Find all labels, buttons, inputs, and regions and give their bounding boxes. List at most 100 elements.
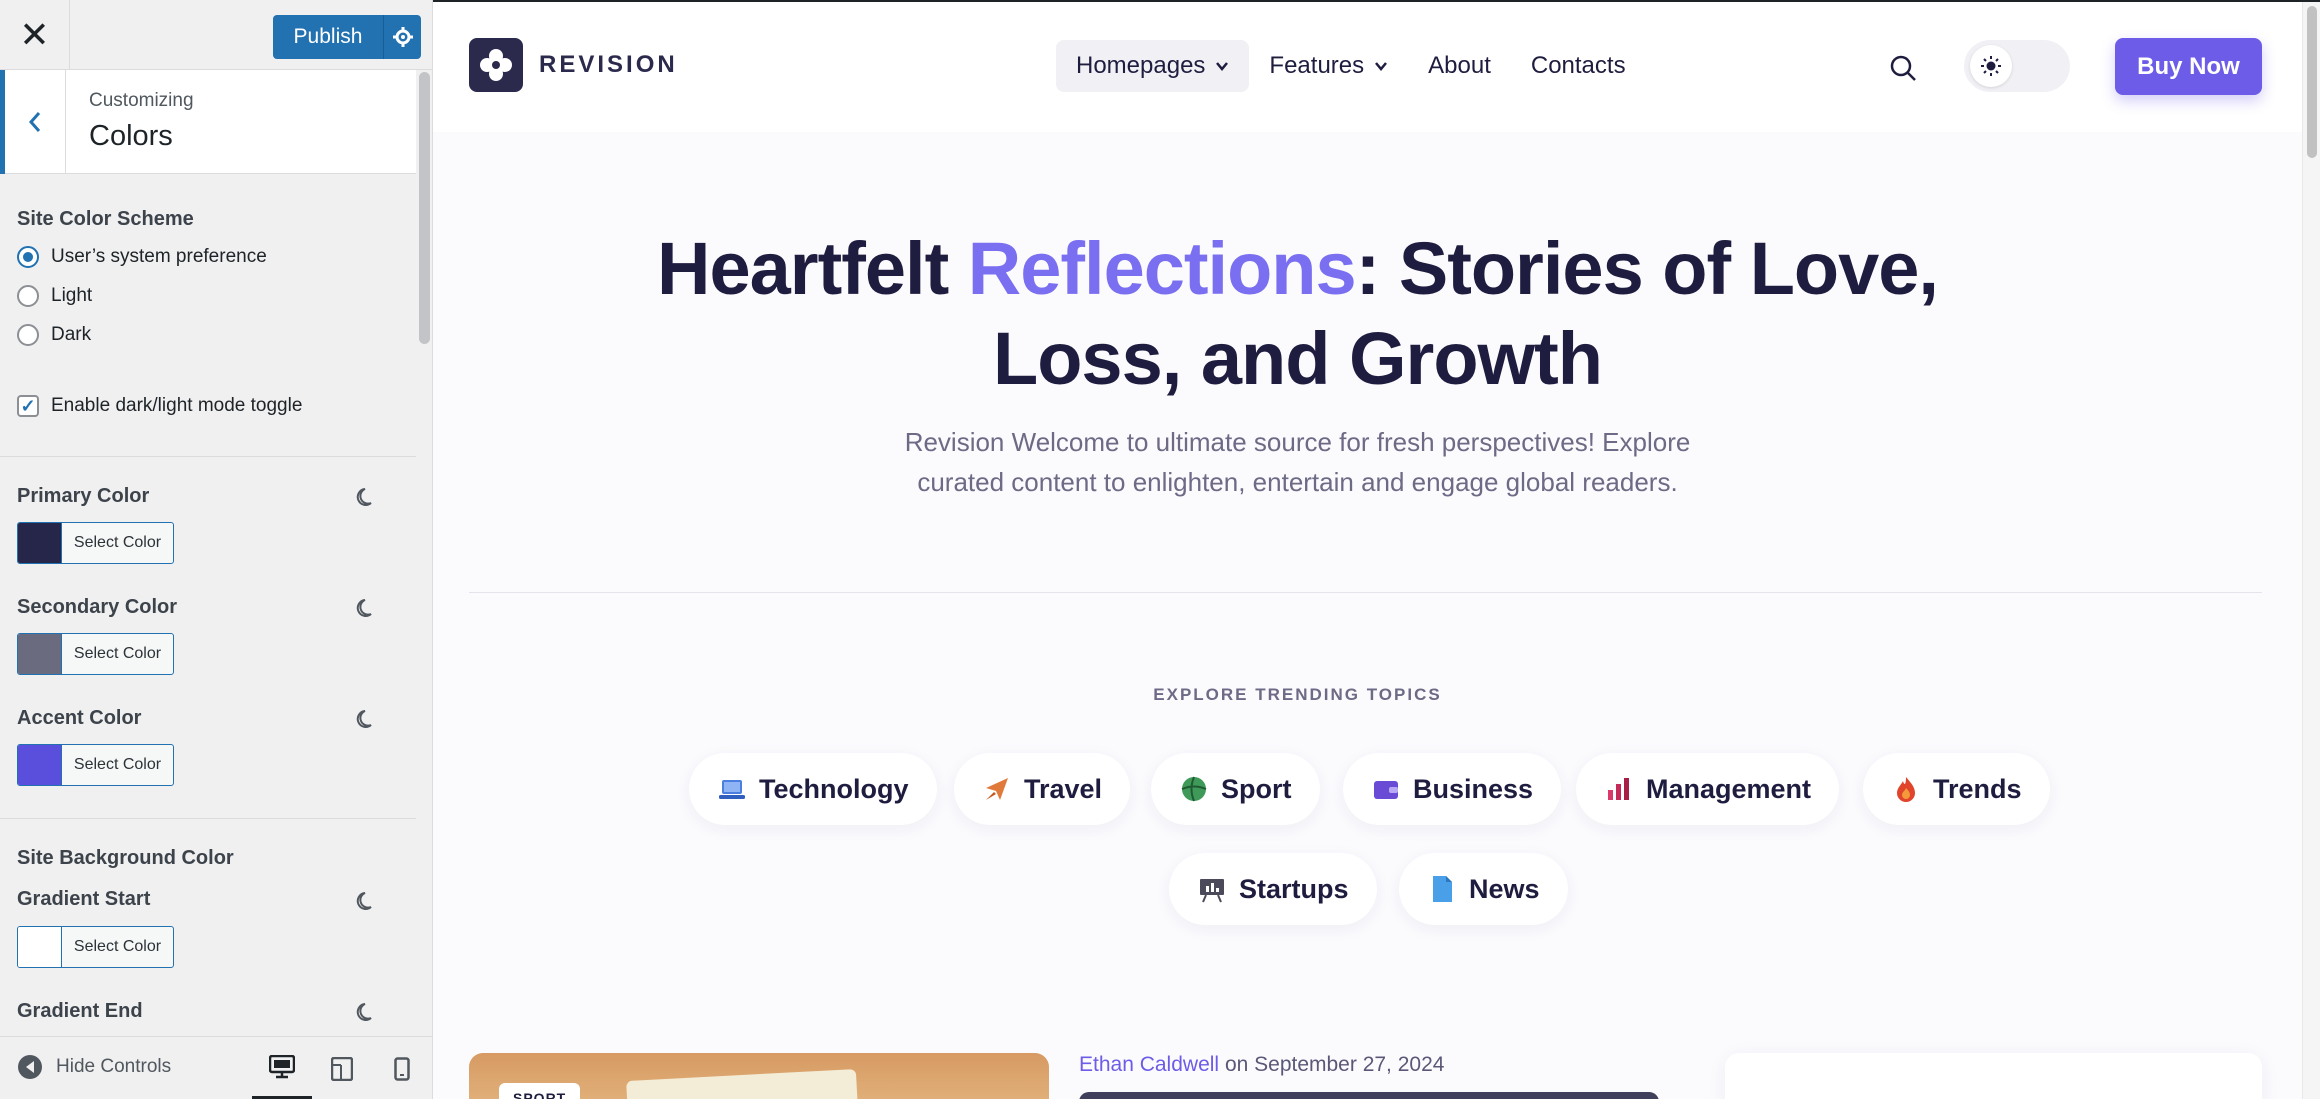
moon-icon[interactable] [356, 890, 378, 912]
topic-label: Trends [1933, 773, 2022, 804]
divider [0, 818, 416, 819]
nav-item-features[interactable]: Features [1249, 40, 1408, 92]
topic-label: Travel [1024, 773, 1103, 804]
presentation-icon [1200, 879, 1224, 903]
mobile-icon [394, 1056, 410, 1081]
hide-controls-label: Hide Controls [56, 1056, 172, 1077]
radio-button[interactable] [17, 324, 39, 346]
post-date: on September 27, 2024 [1224, 1053, 1445, 1076]
hide-controls-button[interactable]: Hide Controls [18, 1055, 171, 1079]
chevron-down-icon [1216, 62, 1229, 71]
customizer-header: ✕ Publish [0, 0, 432, 70]
radio-light[interactable]: Light [17, 285, 92, 307]
light-mode-button[interactable] [1970, 45, 2012, 87]
publish-group: Publish [273, 15, 421, 59]
topic-label: Sport [1221, 773, 1292, 804]
select-color-label: Select Color [73, 645, 162, 662]
color-swatch [18, 634, 62, 674]
topic-label: Management [1646, 773, 1812, 804]
preview-mobile-button[interactable] [372, 1037, 432, 1099]
section-title: Colors [89, 120, 173, 152]
chevron-left-icon [28, 112, 41, 132]
dark-mode-button[interactable] [2012, 45, 2054, 87]
topic-chip-management[interactable]: Management [1576, 753, 1840, 825]
preview-scrollbar[interactable] [2302, 2, 2320, 1099]
secondary-color-picker[interactable]: Select Color [17, 633, 174, 675]
color-swatch [18, 523, 62, 563]
publish-button[interactable]: Publish [273, 15, 383, 59]
nav-item-about[interactable]: About [1408, 40, 1511, 92]
accent-color-picker[interactable]: Select Color [17, 744, 174, 786]
topic-chip-business[interactable]: Business [1343, 753, 1562, 825]
divider [469, 592, 2262, 593]
theme-mode-toggle[interactable] [1964, 40, 2070, 92]
topic-chip-technology[interactable]: Technology [689, 753, 937, 825]
laptop-icon [719, 780, 745, 799]
topic-label: News [1469, 873, 1540, 904]
topic-chip-news[interactable]: News [1399, 853, 1568, 925]
moon-icon[interactable] [356, 486, 378, 508]
moon-icon[interactable] [356, 597, 378, 619]
topic-chip-sport[interactable]: Sport [1151, 753, 1320, 825]
post-author-link[interactable]: Ethan Caldwell [1079, 1053, 1219, 1076]
mode-toggle-checkbox-row[interactable]: ✓ Enable dark/light mode toggle [17, 395, 302, 417]
post-title-cutoff[interactable] [1079, 1092, 1659, 1099]
select-color-label: Select Color [73, 938, 162, 955]
sidebar-card [1725, 1053, 2262, 1099]
site-logo[interactable]: REVISION [469, 38, 678, 92]
back-button[interactable] [0, 70, 66, 174]
radio-system-preference[interactable]: User’s system preference [17, 246, 267, 268]
thumbnail-frame [626, 1069, 858, 1099]
sidebar-scrollbar[interactable] [416, 70, 432, 1036]
close-customizer-button[interactable]: ✕ [0, 0, 70, 70]
buy-now-button[interactable]: Buy Now [2115, 38, 2262, 95]
customizer-sidebar: ✕ Publish Customizing Colors Site Color … [0, 0, 433, 1099]
nav-label: Homepages [1076, 52, 1206, 79]
customizing-label: Customizing [89, 90, 194, 111]
hero-title-accent: Reflections [967, 227, 1357, 310]
scrollbar-thumb[interactable] [419, 72, 430, 344]
publish-settings-button[interactable] [383, 15, 421, 59]
moon-icon[interactable] [356, 708, 378, 730]
radio-button[interactable] [17, 285, 39, 307]
category-badge[interactable]: SPORT [499, 1083, 581, 1099]
preview-tablet-button[interactable] [312, 1037, 372, 1099]
checkbox[interactable]: ✓ [17, 395, 39, 417]
topic-label: Technology [759, 773, 909, 804]
document-icon [1433, 876, 1452, 902]
hero-subtitle: Revision Welcome to ultimate source for … [904, 427, 1691, 497]
sun-icon [1981, 56, 2001, 76]
topic-chip-travel[interactable]: Travel [954, 753, 1131, 825]
moon-icon [2025, 57, 2038, 74]
gradient-start-picker[interactable]: Select Color [17, 926, 174, 968]
nav-item-homepages[interactable]: Homepages [1056, 40, 1250, 92]
radio-dark[interactable]: Dark [17, 324, 91, 346]
select-color-label: Select Color [73, 534, 162, 551]
topic-chip-startups[interactable]: Startups [1169, 853, 1377, 925]
accent-color-label: Accent Color [17, 707, 142, 729]
site-background-label: Site Background Color [17, 847, 234, 869]
primary-color-label: Primary Color [17, 485, 150, 507]
divider [0, 456, 416, 457]
nav-item-contacts[interactable]: Contacts [1511, 40, 1646, 92]
nav-label: Contacts [1530, 52, 1626, 79]
preview-desktop-button[interactable] [252, 1037, 312, 1099]
color-swatch [18, 745, 62, 785]
color-swatch [18, 927, 62, 967]
site-header: REVISION Homepages Features About Contac… [433, 2, 2302, 132]
nav-label: Features [1269, 52, 1365, 79]
moon-icon[interactable] [356, 1001, 378, 1023]
hero-title-start: Heartfelt [657, 227, 968, 310]
customizer-footer: Hide Controls [0, 1036, 432, 1099]
topic-label: Business [1413, 773, 1534, 804]
topic-chip-trends[interactable]: Trends [1863, 753, 2050, 825]
nav-label: About [1428, 52, 1491, 79]
section-header: Customizing Colors [0, 70, 416, 174]
primary-color-picker[interactable]: Select Color [17, 522, 174, 564]
desktop-icon [269, 1054, 295, 1078]
topic-label: Startups [1239, 873, 1349, 904]
search-icon[interactable] [1889, 54, 1917, 82]
color-scheme-label: Site Color Scheme [17, 208, 194, 230]
scrollbar-thumb[interactable] [2307, 6, 2317, 158]
radio-button[interactable] [17, 246, 39, 268]
